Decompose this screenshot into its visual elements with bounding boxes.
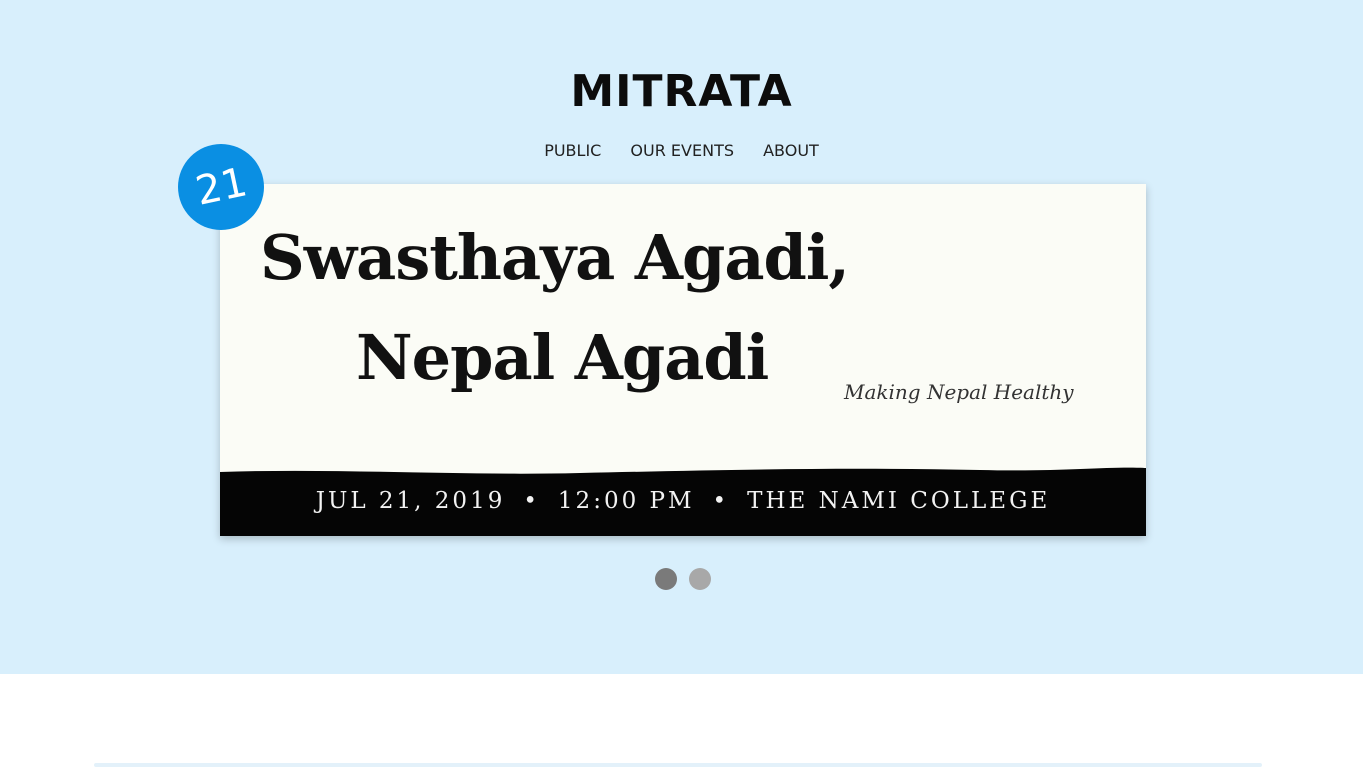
event-details: JUL 21, 2019 • 12:00 PM • THE NAMI COLLEGE xyxy=(220,488,1146,514)
event-time: 12:00 PM xyxy=(557,488,695,514)
event-date: JUL 21, 2019 xyxy=(315,488,506,514)
banner-headline-line2: Nepal Agadi xyxy=(356,321,769,394)
nav-item-public[interactable]: PUBLIC xyxy=(544,140,601,162)
banner-event-details-bar: JUL 21, 2019 • 12:00 PM • THE NAMI COLLEGE xyxy=(220,464,1146,536)
site-title[interactable]: MITRATA xyxy=(0,62,1363,122)
nav-item-about[interactable]: ABOUT xyxy=(763,140,819,162)
nav-item-our-events[interactable]: OUR EVENTS xyxy=(630,140,734,162)
carousel-dot-2[interactable] xyxy=(689,568,711,590)
content-card-top-edge xyxy=(94,763,1262,767)
separator-dot: • xyxy=(712,488,730,514)
event-venue: THE NAMI COLLEGE xyxy=(747,488,1051,514)
event-banner-slide[interactable]: Swasthaya Agadi, Nepal Agadi Making Nepa… xyxy=(220,184,1146,536)
carousel-dot-1-active[interactable] xyxy=(655,568,677,590)
event-day-badge: 21 xyxy=(178,144,264,230)
event-day-number: 21 xyxy=(191,159,251,215)
banner-tagline: Making Nepal Healthy xyxy=(844,380,1074,404)
separator-dot: • xyxy=(523,488,540,514)
hero-section: MITRATA PUBLIC OUR EVENTS ABOUT 21 Swast… xyxy=(0,0,1363,674)
banner-headline-line1: Swasthaya Agadi, xyxy=(260,221,850,294)
